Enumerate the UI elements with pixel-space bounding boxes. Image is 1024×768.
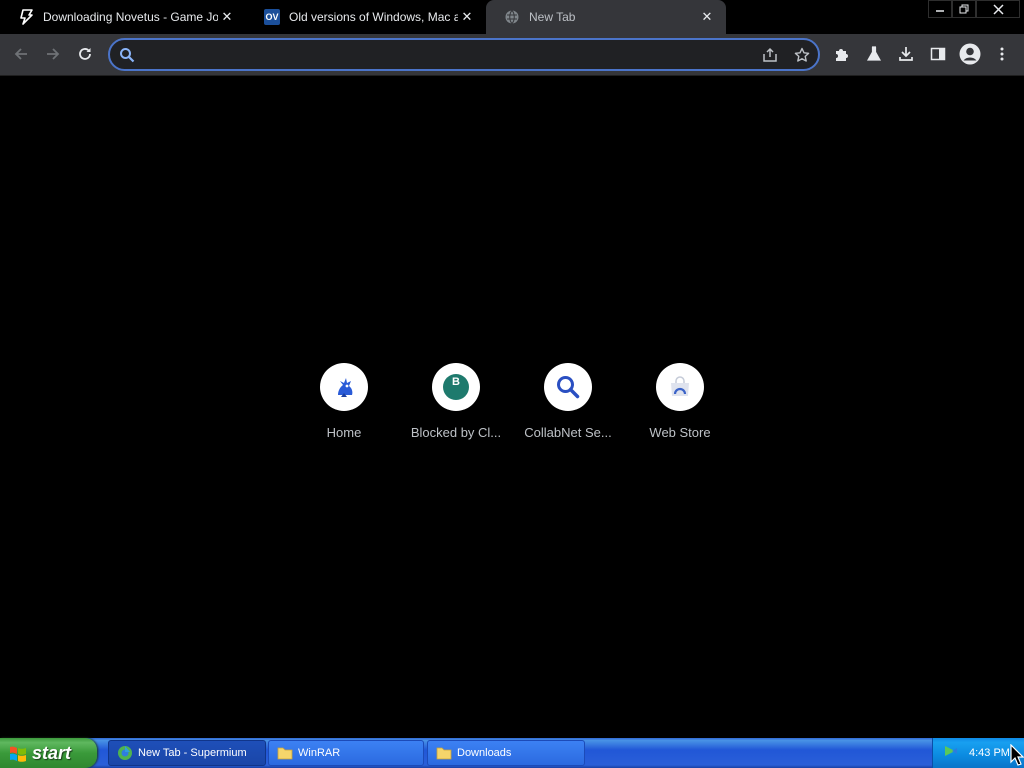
tab-gamejolt[interactable]: Downloading Novetus - Game Jolt ✕ xyxy=(0,0,246,34)
browser-toolbar xyxy=(0,34,1024,76)
task-label: New Tab - Supermium xyxy=(138,747,247,759)
start-button[interactable]: start xyxy=(0,738,97,768)
start-label: start xyxy=(32,742,72,763)
close-icon xyxy=(992,3,1004,15)
share-icon[interactable] xyxy=(761,46,779,64)
search-icon xyxy=(118,46,136,64)
downloads-button[interactable] xyxy=(891,39,921,69)
folder-icon xyxy=(436,745,452,761)
side-panel-button[interactable] xyxy=(923,39,953,69)
taskbar: start New Tab - Supermium WinRAR Downloa… xyxy=(0,738,1024,768)
restore-button[interactable] xyxy=(952,0,976,18)
back-button[interactable] xyxy=(6,39,36,69)
tab-close-icon[interactable]: ✕ xyxy=(218,8,236,26)
avatar-icon xyxy=(959,43,981,65)
shortcut-label: Web Store xyxy=(649,425,711,440)
side-panel-icon xyxy=(930,47,946,61)
folder-icon xyxy=(277,745,293,761)
task-winrar[interactable]: WinRAR xyxy=(268,740,424,766)
shortcut-icon-circle xyxy=(320,363,368,411)
shortcut-web-store[interactable]: Web Store xyxy=(624,363,736,453)
forward-arrow-icon xyxy=(47,48,60,60)
download-icon xyxy=(899,47,913,61)
windows-flag-icon xyxy=(10,746,26,762)
labs-button[interactable] xyxy=(859,39,889,69)
task-label: Downloads xyxy=(457,747,512,759)
browser-icon xyxy=(117,745,133,761)
shortcut-collabnet[interactable]: CollabNet Se... xyxy=(512,363,624,453)
minimize-icon xyxy=(936,10,944,12)
tab-close-icon[interactable]: ✕ xyxy=(698,8,716,26)
tray-network-icon[interactable] xyxy=(943,743,959,764)
shortcut-label: Home xyxy=(326,425,362,440)
oldversion-icon: OV xyxy=(264,9,280,25)
address-input[interactable] xyxy=(142,40,752,69)
task-supermium[interactable]: New Tab - Supermium xyxy=(108,740,266,766)
tab-new-tab[interactable]: New Tab ✕ xyxy=(486,0,726,34)
flask-icon xyxy=(866,46,882,61)
back-arrow-icon xyxy=(14,48,27,60)
kebab-menu-icon xyxy=(1000,47,1004,61)
web-store-icon xyxy=(671,376,689,396)
minimize-button[interactable] xyxy=(928,0,952,18)
tab-close-icon[interactable]: ✕ xyxy=(458,8,476,26)
shortcut-label: CollabNet Se... xyxy=(524,425,612,440)
bookmark-star-icon[interactable] xyxy=(793,46,811,64)
restore-icon xyxy=(959,4,969,14)
reload-icon xyxy=(79,48,91,60)
reload-button[interactable] xyxy=(70,39,100,69)
shortcut-icon-circle: B xyxy=(432,363,480,411)
shortcut-home[interactable]: Home xyxy=(288,363,400,453)
shortcut-icon-circle xyxy=(656,363,704,411)
address-bar[interactable] xyxy=(108,38,820,71)
profile-button[interactable] xyxy=(955,39,985,69)
tab-title: New Tab xyxy=(529,10,576,24)
tab-strip: Downloading Novetus - Game Jolt ✕ OV Old… xyxy=(0,0,1024,34)
shortcut-blocked[interactable]: B Blocked by Cl... xyxy=(400,363,512,453)
tab-title: Old versions of Windows, Mac and L xyxy=(289,10,458,24)
extensions-button[interactable] xyxy=(827,39,857,69)
mouse-cursor-icon xyxy=(1010,744,1024,766)
task-label: WinRAR xyxy=(298,747,341,759)
tab-title: Downloading Novetus - Game Jolt xyxy=(43,10,218,24)
new-tab-page: Home B Blocked by Cl... CollabNet Se... … xyxy=(0,77,1024,738)
magnifier-icon xyxy=(557,376,580,399)
tab-oldversion[interactable]: OV Old versions of Windows, Mac and L ✕ xyxy=(246,0,486,34)
clock[interactable]: 4:43 PM xyxy=(969,747,1010,759)
shortcut-icon-circle xyxy=(544,363,592,411)
globe-icon xyxy=(504,9,520,25)
task-downloads[interactable]: Downloads xyxy=(427,740,585,766)
gamejolt-icon xyxy=(18,9,34,25)
home-mascot-icon xyxy=(338,378,353,397)
letter-b-icon: B xyxy=(443,374,469,400)
shortcut-label: Blocked by Cl... xyxy=(410,425,502,440)
forward-button[interactable] xyxy=(38,39,68,69)
menu-button[interactable] xyxy=(987,39,1017,69)
puzzle-icon xyxy=(836,49,848,61)
close-window-button[interactable] xyxy=(976,0,1020,18)
